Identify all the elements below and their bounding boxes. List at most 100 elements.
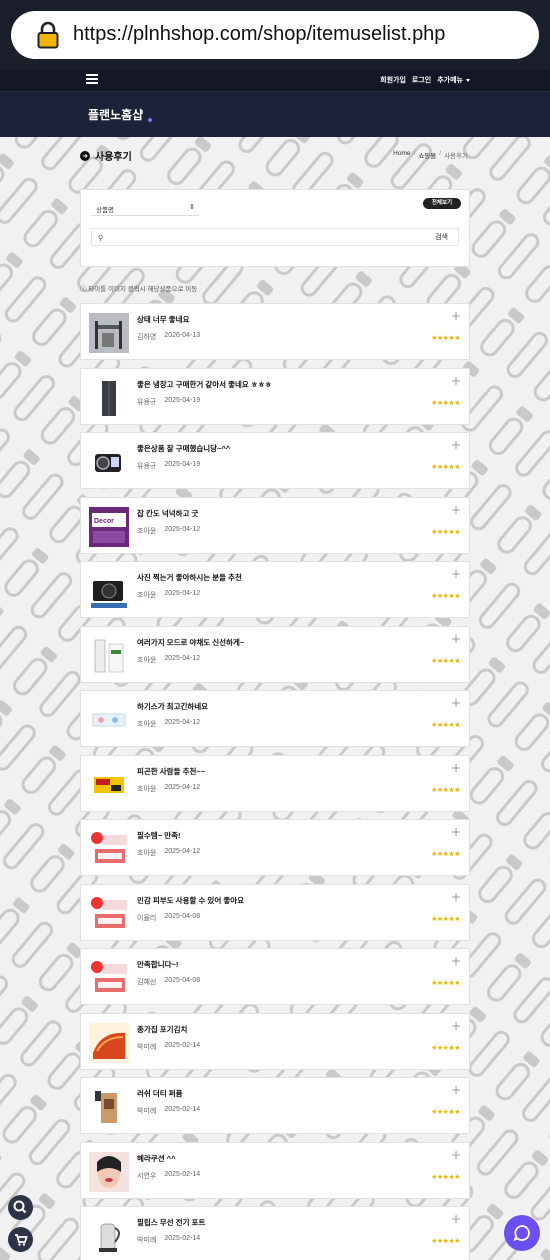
review-date: 2025-04-12: [164, 525, 201, 533]
url-text[interactable]: https://plnhshop.com/shop/itemuselist.ph…: [73, 23, 445, 46]
expand-plus-icon[interactable]: +: [451, 632, 461, 646]
review-item[interactable]: 필수템~ 만족! 조아윤 2025-04-12 + ★★★★★: [80, 819, 470, 876]
expand-plus-icon[interactable]: +: [451, 309, 461, 323]
review-title[interactable]: 필수템~ 만족!: [137, 830, 180, 841]
review-item[interactable]: 하기스가 최고긴하네요 조아윤 2025-04-12 + ★★★★★: [80, 690, 470, 747]
review-meta: 박미례 2025-02-14: [137, 1106, 200, 1116]
review-item[interactable]: 사진 찍는거 좋아하시는 분들 추천조아윤 2025-04-12 + ★★★★★: [80, 561, 470, 618]
product-thumbnail[interactable]: [89, 1151, 129, 1192]
review-item[interactable]: 헤라쿠션 ^^ 서연우 2025-02-14 + ★★★★★: [80, 1141, 470, 1199]
review-title[interactable]: 하기스가 최고긴하네요: [137, 701, 208, 712]
product-thumbnail[interactable]: [89, 829, 129, 869]
review-date: 2025-04-12: [164, 590, 201, 597]
product-thumbnail[interactable]: Decor: [89, 506, 129, 547]
search-field-select[interactable]: 상품명 ⇕: [91, 200, 199, 216]
product-thumbnail[interactable]: [89, 893, 129, 934]
search-fab[interactable]: [8, 1195, 33, 1220]
login-link[interactable]: 로그인: [412, 75, 431, 85]
review-title[interactable]: 좋은 냉장고 구매한거 같아서 좋네요 ㅎㅎㅎ: [137, 379, 272, 390]
more-menu-link[interactable]: 추가메뉴: [437, 75, 470, 85]
product-thumbnail[interactable]: [89, 764, 129, 805]
signup-link[interactable]: 회원가입: [380, 75, 406, 85]
review-meta: 조아윤 2025-04-12: [137, 590, 200, 600]
review-item[interactable]: 만족합니다~! 김혜선 2025-04-08 + ★★★★★: [80, 948, 470, 1005]
search-button[interactable]: 검색: [435, 232, 448, 242]
chevron-updown-icon: ⇕: [189, 204, 195, 211]
review-meta: 박미례 2025-02-14: [137, 1235, 200, 1245]
review-item[interactable]: 종가집 포기김치 박미례 2025-02-14 + ★★★★★: [80, 1012, 470, 1070]
cart-fab[interactable]: [8, 1227, 33, 1252]
review-item[interactable]: 러쉬 더티 퍼퓸 박미례 2025-02-14 + ★★★★★: [80, 1077, 470, 1134]
view-all-button[interactable]: 전체보기: [423, 198, 461, 209]
cart-icon: [15, 1234, 28, 1246]
review-title[interactable]: 필립스 무선 전기 포트: [137, 1217, 205, 1228]
product-thumbnail[interactable]: [89, 571, 129, 611]
review-author: 서연우: [137, 1172, 157, 1180]
review-meta: 김혜선 2025-04-08: [137, 977, 200, 987]
expand-plus-icon[interactable]: +: [451, 374, 461, 388]
review-item[interactable]: 좋은상품 잘 구매했습니당~^^ 유용규 2025-04-19 + ★★★★★: [80, 432, 470, 489]
review-date: 2025-02-14: [164, 1170, 201, 1178]
expand-plus-icon[interactable]: +: [451, 1212, 461, 1226]
product-thumbnail[interactable]: [89, 442, 129, 482]
chat-button[interactable]: [504, 1215, 540, 1251]
review-title[interactable]: 잡 칸도 넉넉하고 굿: [137, 508, 198, 519]
review-title[interactable]: 사진 찍는거 좋아하시는 분들 추천: [137, 572, 242, 583]
review-title[interactable]: 상태 너무 좋네요: [137, 314, 189, 325]
expand-plus-icon[interactable]: +: [451, 761, 461, 775]
product-thumbnail[interactable]: [89, 700, 129, 740]
product-thumbnail[interactable]: [89, 958, 129, 998]
expand-plus-icon[interactable]: +: [451, 438, 461, 452]
star-rating: ★★★★★: [431, 785, 460, 794]
expand-plus-icon[interactable]: +: [451, 503, 461, 517]
expand-plus-icon[interactable]: +: [451, 954, 461, 968]
star-rating: ★★★★★: [431, 592, 460, 600]
review-date: 2025-04-12: [164, 848, 201, 855]
search-input[interactable]: [112, 231, 412, 245]
review-item[interactable]: 피곤한 사람들 추천~~ 조아윤 2025-04-12 + ★★★★★: [80, 754, 470, 812]
brand-logo[interactable]: 플랜노홈샵: [88, 106, 143, 123]
expand-plus-icon[interactable]: +: [451, 1148, 461, 1162]
star-rating: ★★★★★: [431, 398, 460, 407]
star-rating: ★★★★★: [431, 1237, 460, 1245]
product-thumbnail[interactable]: [89, 377, 129, 418]
review-title[interactable]: 헤라쿠션 ^^: [137, 1153, 175, 1164]
menu-icon[interactable]: [86, 74, 98, 84]
review-title[interactable]: 러쉬 더티 퍼퓸: [137, 1088, 183, 1099]
product-thumbnail[interactable]: [89, 1087, 129, 1127]
product-thumbnail[interactable]: [89, 635, 129, 676]
breadcrumb-home[interactable]: Home: [393, 150, 410, 160]
star-rating: ★★★★★: [431, 527, 460, 536]
review-title[interactable]: 만족합니다~!: [137, 959, 178, 970]
review-item[interactable]: 여러가지 모드로 야채도 신선하게~ 조아윤 2025-04-12 + ★★★★★: [80, 625, 470, 683]
product-thumbnail[interactable]: [89, 1216, 129, 1256]
review-date: 2025-04-19: [164, 396, 201, 404]
expand-plus-icon[interactable]: +: [451, 696, 461, 710]
review-meta: 조아윤 2025-04-12: [137, 655, 200, 665]
review-title[interactable]: 종가집 포기김치: [137, 1024, 187, 1035]
expand-plus-icon[interactable]: +: [451, 567, 461, 581]
breadcrumb-shop[interactable]: 쇼핑몰: [418, 150, 436, 160]
main-content: ➜ 사용후기 Home / 쇼핑몰 / 사용후기 상품명 ⇕ 전체보기 ⚲ 검색…: [0, 137, 550, 1260]
expand-plus-icon[interactable]: +: [451, 890, 461, 904]
review-title[interactable]: 좋은상품 잘 구매했습니당~^^: [137, 443, 230, 454]
review-date: 2025-04-19: [164, 461, 201, 468]
browser-chrome: https://plnhshop.com/shop/itemuselist.ph…: [0, 0, 550, 70]
expand-plus-icon[interactable]: +: [451, 1019, 461, 1033]
review-title[interactable]: 피곤한 사람들 추천~~: [137, 766, 205, 777]
arrow-right-circle-icon: ➜: [80, 150, 90, 161]
review-item[interactable]: 필립스 무선 전기 포트박미례 2025-02-14 + ★★★★★: [80, 1206, 470, 1260]
review-item[interactable]: Decor 잡 칸도 넉넉하고 굿 조아윤 2025-04-12 + ★★★★★: [80, 496, 470, 554]
review-author: 이율리: [137, 914, 157, 922]
product-thumbnail[interactable]: [89, 313, 129, 353]
address-bar[interactable]: https://plnhshop.com/shop/itemuselist.ph…: [11, 11, 539, 59]
review-item[interactable]: 민감 피부도 사용할 수 있어 좋아요 이율리 2025-04-08 + ★★★★★: [80, 883, 470, 941]
review-item[interactable]: 상태 너무 좋네요 김하영 2026-04-13 + ★★★★★: [80, 303, 470, 360]
breadcrumb-separator: /: [439, 150, 442, 157]
review-title[interactable]: 여러가지 모드로 야채도 신선하게~: [137, 637, 244, 648]
product-thumbnail[interactable]: [89, 1022, 129, 1063]
review-item[interactable]: 좋은 냉장고 구매한거 같아서 좋네요 ㅎㅎㅎ 유용규 2025-04-19 + ★★★…: [80, 367, 470, 425]
expand-plus-icon[interactable]: +: [451, 1083, 461, 1097]
expand-plus-icon[interactable]: +: [451, 825, 461, 839]
review-title[interactable]: 민감 피부도 사용할 수 있어 좋아요: [137, 895, 244, 906]
